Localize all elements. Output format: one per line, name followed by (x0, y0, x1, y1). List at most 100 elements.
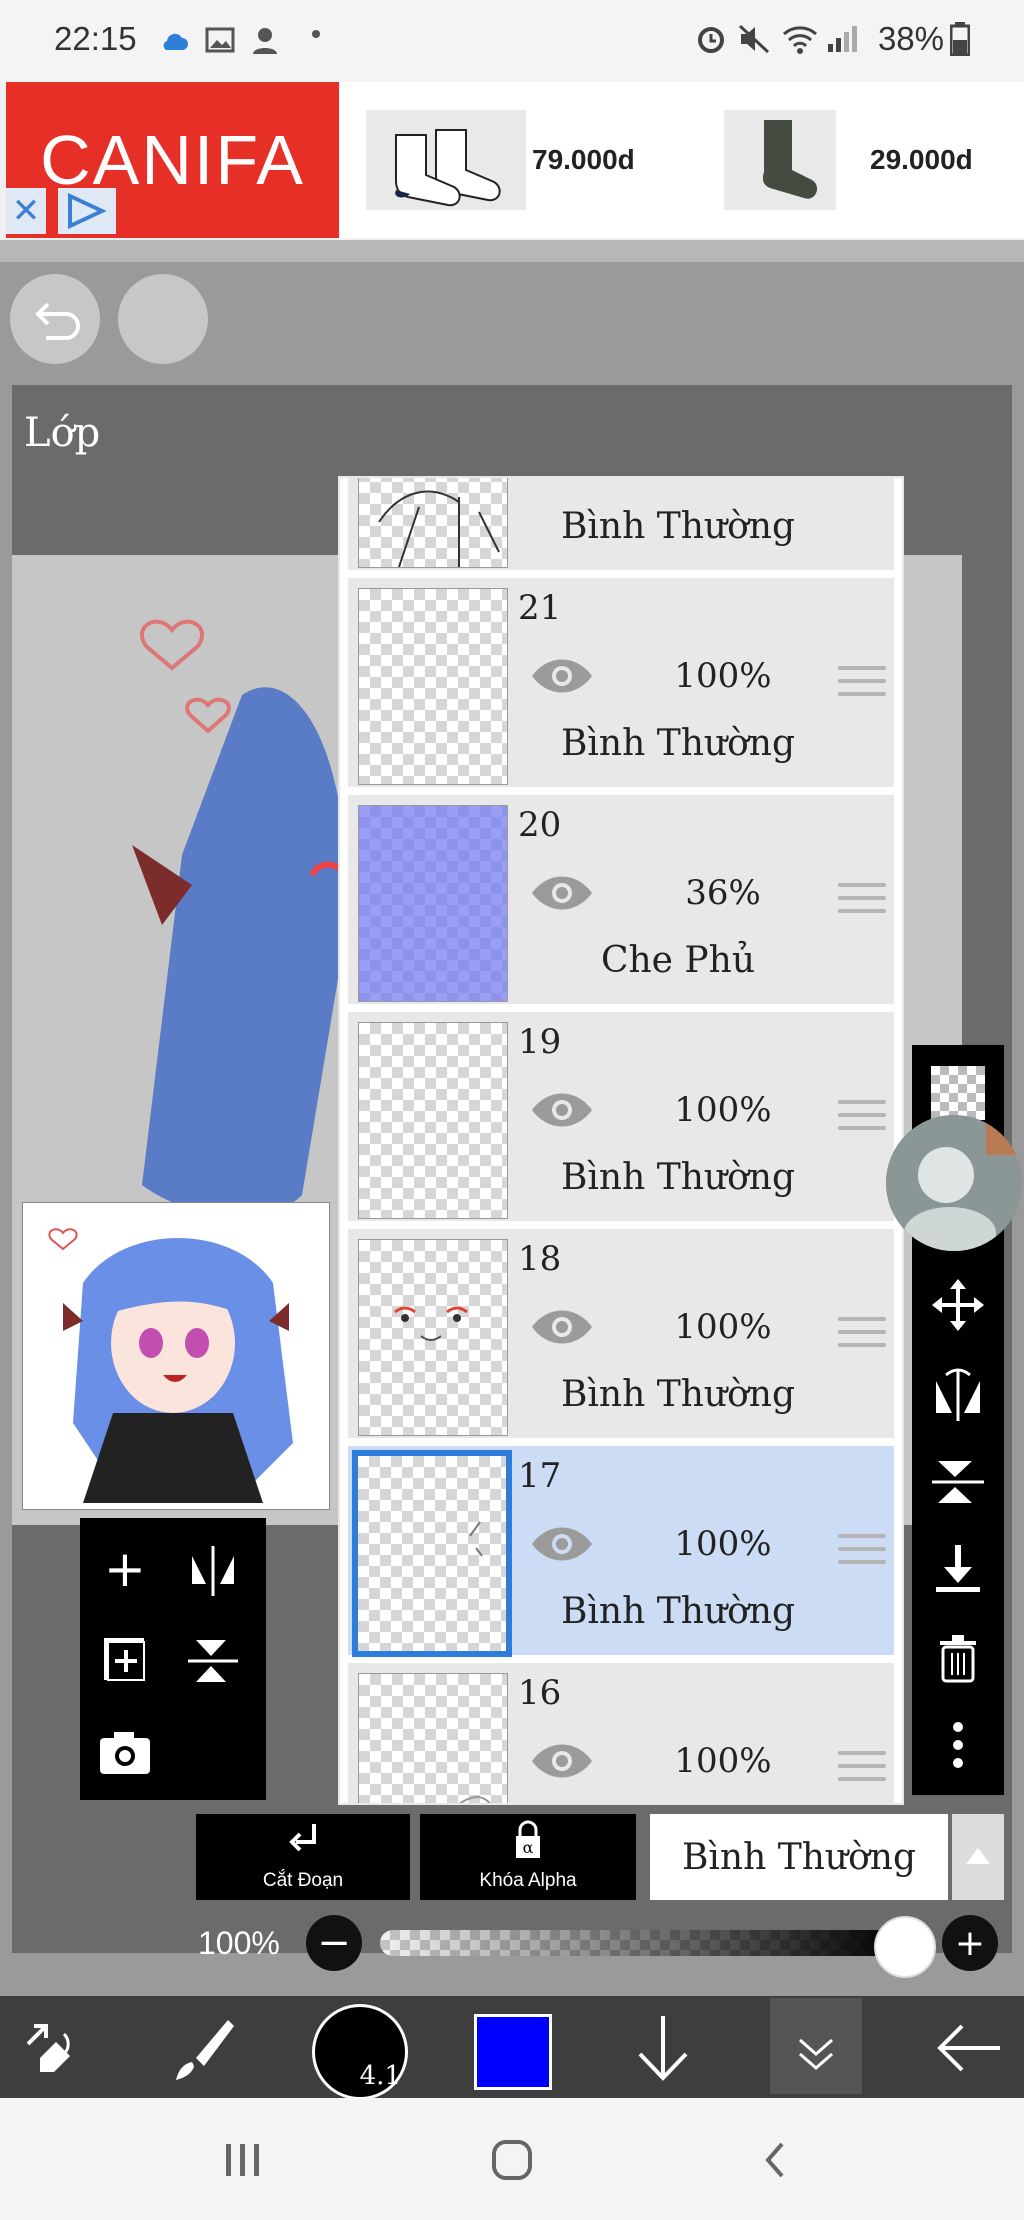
home-icon[interactable] (490, 2138, 534, 2182)
move-arrows-icon (932, 1279, 984, 1331)
drag-handle-icon[interactable] (838, 1100, 886, 1139)
ad-price-1[interactable]: 79.000d (532, 144, 635, 176)
layer-row[interactable]: 19 100% Bình Thường (348, 1012, 894, 1221)
camera-icon (100, 1732, 150, 1774)
clipping-button[interactable]: Cắt Đoạn (196, 1814, 410, 1900)
undo-button[interactable] (10, 274, 100, 364)
panel-title: Lớp (24, 410, 101, 456)
flip-horizontal-button[interactable] (928, 1363, 988, 1423)
layer-number: 20 (518, 805, 562, 845)
ad-product-image-2[interactable] (724, 110, 836, 210)
reference-thumbnail[interactable] (22, 1202, 330, 1510)
blend-mode-dropdown[interactable] (952, 1814, 1004, 1900)
mute-icon (738, 24, 770, 54)
arrow-down-icon[interactable] (628, 2010, 698, 2086)
layer-thumbnail[interactable] (358, 1673, 508, 1803)
alpha-lock-button[interactable]: α Khóa Alpha (420, 1814, 636, 1900)
drag-handle-icon[interactable] (838, 883, 886, 922)
layer-options-toggle[interactable] (770, 1998, 862, 2094)
layer-row-selected[interactable]: 17 100% Bình Thường (348, 1446, 894, 1657)
recent-apps-icon[interactable] (222, 2140, 266, 2180)
transparent-layer-button[interactable] (928, 1063, 988, 1123)
visibility-eye-icon[interactable] (528, 1741, 596, 1781)
visibility-eye-icon[interactable] (528, 656, 596, 696)
brush-size-button[interactable]: 4.1 (312, 2004, 408, 2100)
layer-thumbnail[interactable] (358, 805, 508, 1002)
layer-row[interactable]: Bình Thường (348, 478, 894, 570)
battery-percent: 38% (877, 20, 944, 57)
ad-price-2[interactable]: 29.000d (870, 144, 973, 176)
undo-icon (35, 302, 80, 340)
layer-row[interactable]: 16 100% (348, 1663, 894, 1803)
layer-opacity: 100% (674, 1090, 772, 1130)
battery-icon (950, 22, 970, 56)
opacity-slider-knob[interactable] (874, 1916, 936, 1978)
wifi-icon (783, 26, 817, 54)
flip-horizontal-icon (192, 1546, 234, 1596)
transform-eraser-icon[interactable] (20, 2014, 84, 2078)
opacity-slider[interactable] (380, 1930, 900, 1956)
lock-alpha-icon: α (516, 1820, 540, 1858)
sock-icon (762, 120, 818, 199)
layers-list[interactable]: Bình Thường 21 100% Bình Thường 20 36% C… (338, 476, 904, 1805)
ad-close-icon[interactable]: ✕ (6, 188, 46, 234)
opacity-minus-button[interactable]: − (306, 1915, 362, 1971)
layer-row[interactable]: 21 100% Bình Thường (348, 578, 894, 787)
layer-thumbnail[interactable] (358, 478, 508, 568)
left-toolbox: + (80, 1518, 266, 1800)
layer-thumbnail[interactable] (358, 1239, 508, 1436)
camera-button[interactable] (90, 1718, 160, 1788)
add-image-layer-button[interactable] (90, 1626, 160, 1696)
layer-opacity: 36% (685, 873, 761, 913)
blend-mode-select[interactable]: Bình Thường (650, 1814, 948, 1900)
layer-number: 18 (518, 1239, 562, 1279)
layer-blend-mode: Bình Thường (560, 1591, 796, 1632)
visibility-eye-icon[interactable] (528, 1524, 596, 1564)
layer-number: 16 (518, 1673, 562, 1713)
alarm-icon (698, 27, 724, 53)
opacity-plus-button[interactable]: + (942, 1915, 998, 1971)
layer-thumbnail[interactable] (352, 1450, 512, 1657)
visibility-eye-icon[interactable] (528, 1307, 596, 1347)
drag-handle-icon[interactable] (838, 1751, 886, 1790)
more-options-button[interactable] (928, 1715, 988, 1775)
flip-layer-button[interactable] (178, 1534, 248, 1604)
redo-button[interactable] (118, 274, 208, 364)
triangle-up-icon (966, 1848, 990, 1864)
drag-handle-icon[interactable] (838, 1534, 886, 1573)
layer-opacity: 100% (674, 1524, 772, 1564)
double-chevron-down-icon (799, 2038, 833, 2070)
bottom-toolbar: 4.1 (0, 1996, 1024, 2100)
ad-product-image[interactable] (366, 110, 526, 210)
checker-icon (931, 1066, 985, 1120)
visibility-eye-icon[interactable] (528, 873, 596, 913)
image-icon (205, 27, 235, 53)
add-layer-button[interactable]: + (90, 1534, 160, 1604)
visibility-eye-icon[interactable] (528, 1090, 596, 1130)
layer-row[interactable]: 18 100% Bình Thường (348, 1229, 894, 1438)
ad-banner[interactable]: CANIFA 79.000d 29.000d ✕ (0, 82, 1024, 240)
flip-vertical-icon (932, 1461, 984, 1503)
color-swatch[interactable] (474, 2014, 552, 2090)
layer-thumbnail[interactable] (358, 588, 508, 785)
drag-handle-icon[interactable] (838, 666, 886, 705)
brush-icon[interactable] (168, 2014, 240, 2086)
layer-thumbnail[interactable] (358, 1022, 508, 1219)
back-icon[interactable] (760, 2138, 790, 2182)
merge-down-button[interactable] (928, 1539, 988, 1599)
ad-choices-icon[interactable] (58, 188, 116, 234)
flip-vertical-button[interactable] (928, 1451, 988, 1511)
back-arrow-icon[interactable] (932, 2018, 1004, 2078)
layer-blend-mode: Bình Thường (560, 1157, 796, 1198)
more-vertical-icon (953, 1722, 963, 1768)
move-button[interactable] (928, 1275, 988, 1335)
layer-row[interactable]: 20 36% Che Phủ (348, 795, 894, 1004)
flip-vertical-button[interactable] (178, 1626, 248, 1696)
delete-layer-button[interactable] (928, 1627, 988, 1687)
ad-brand-logo[interactable]: CANIFA (6, 82, 339, 238)
ad-products[interactable]: 79.000d 29.000d (340, 82, 1024, 238)
contact-icon (253, 28, 277, 54)
drag-handle-icon[interactable] (838, 1317, 886, 1356)
floating-bubble-avatar[interactable] (886, 1115, 1022, 1251)
layer-blend-mode: Bình Thường (560, 723, 796, 764)
